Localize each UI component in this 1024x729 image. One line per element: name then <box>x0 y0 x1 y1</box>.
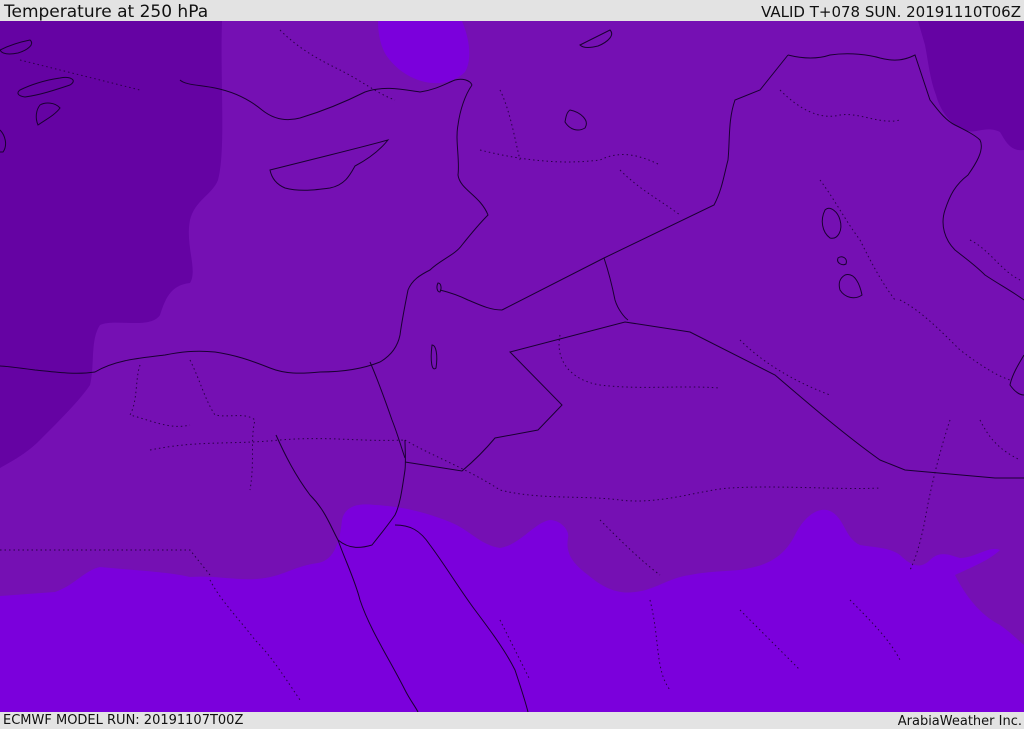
footer-bar: ECMWF MODEL RUN: 20191107T00Z ArabiaWeat… <box>0 712 1024 729</box>
model-run-label: ECMWF MODEL RUN: 20191107T00Z <box>3 713 244 728</box>
map-title: Temperature at 250 hPa <box>4 2 209 22</box>
credit-label: ArabiaWeather Inc. <box>897 714 1022 729</box>
temperature-map <box>0 21 1024 712</box>
header-bar: Temperature at 250 hPa VALID T+078 SUN. … <box>0 0 1024 22</box>
valid-time-label: VALID T+078 SUN. 20191110T06Z <box>761 3 1021 21</box>
